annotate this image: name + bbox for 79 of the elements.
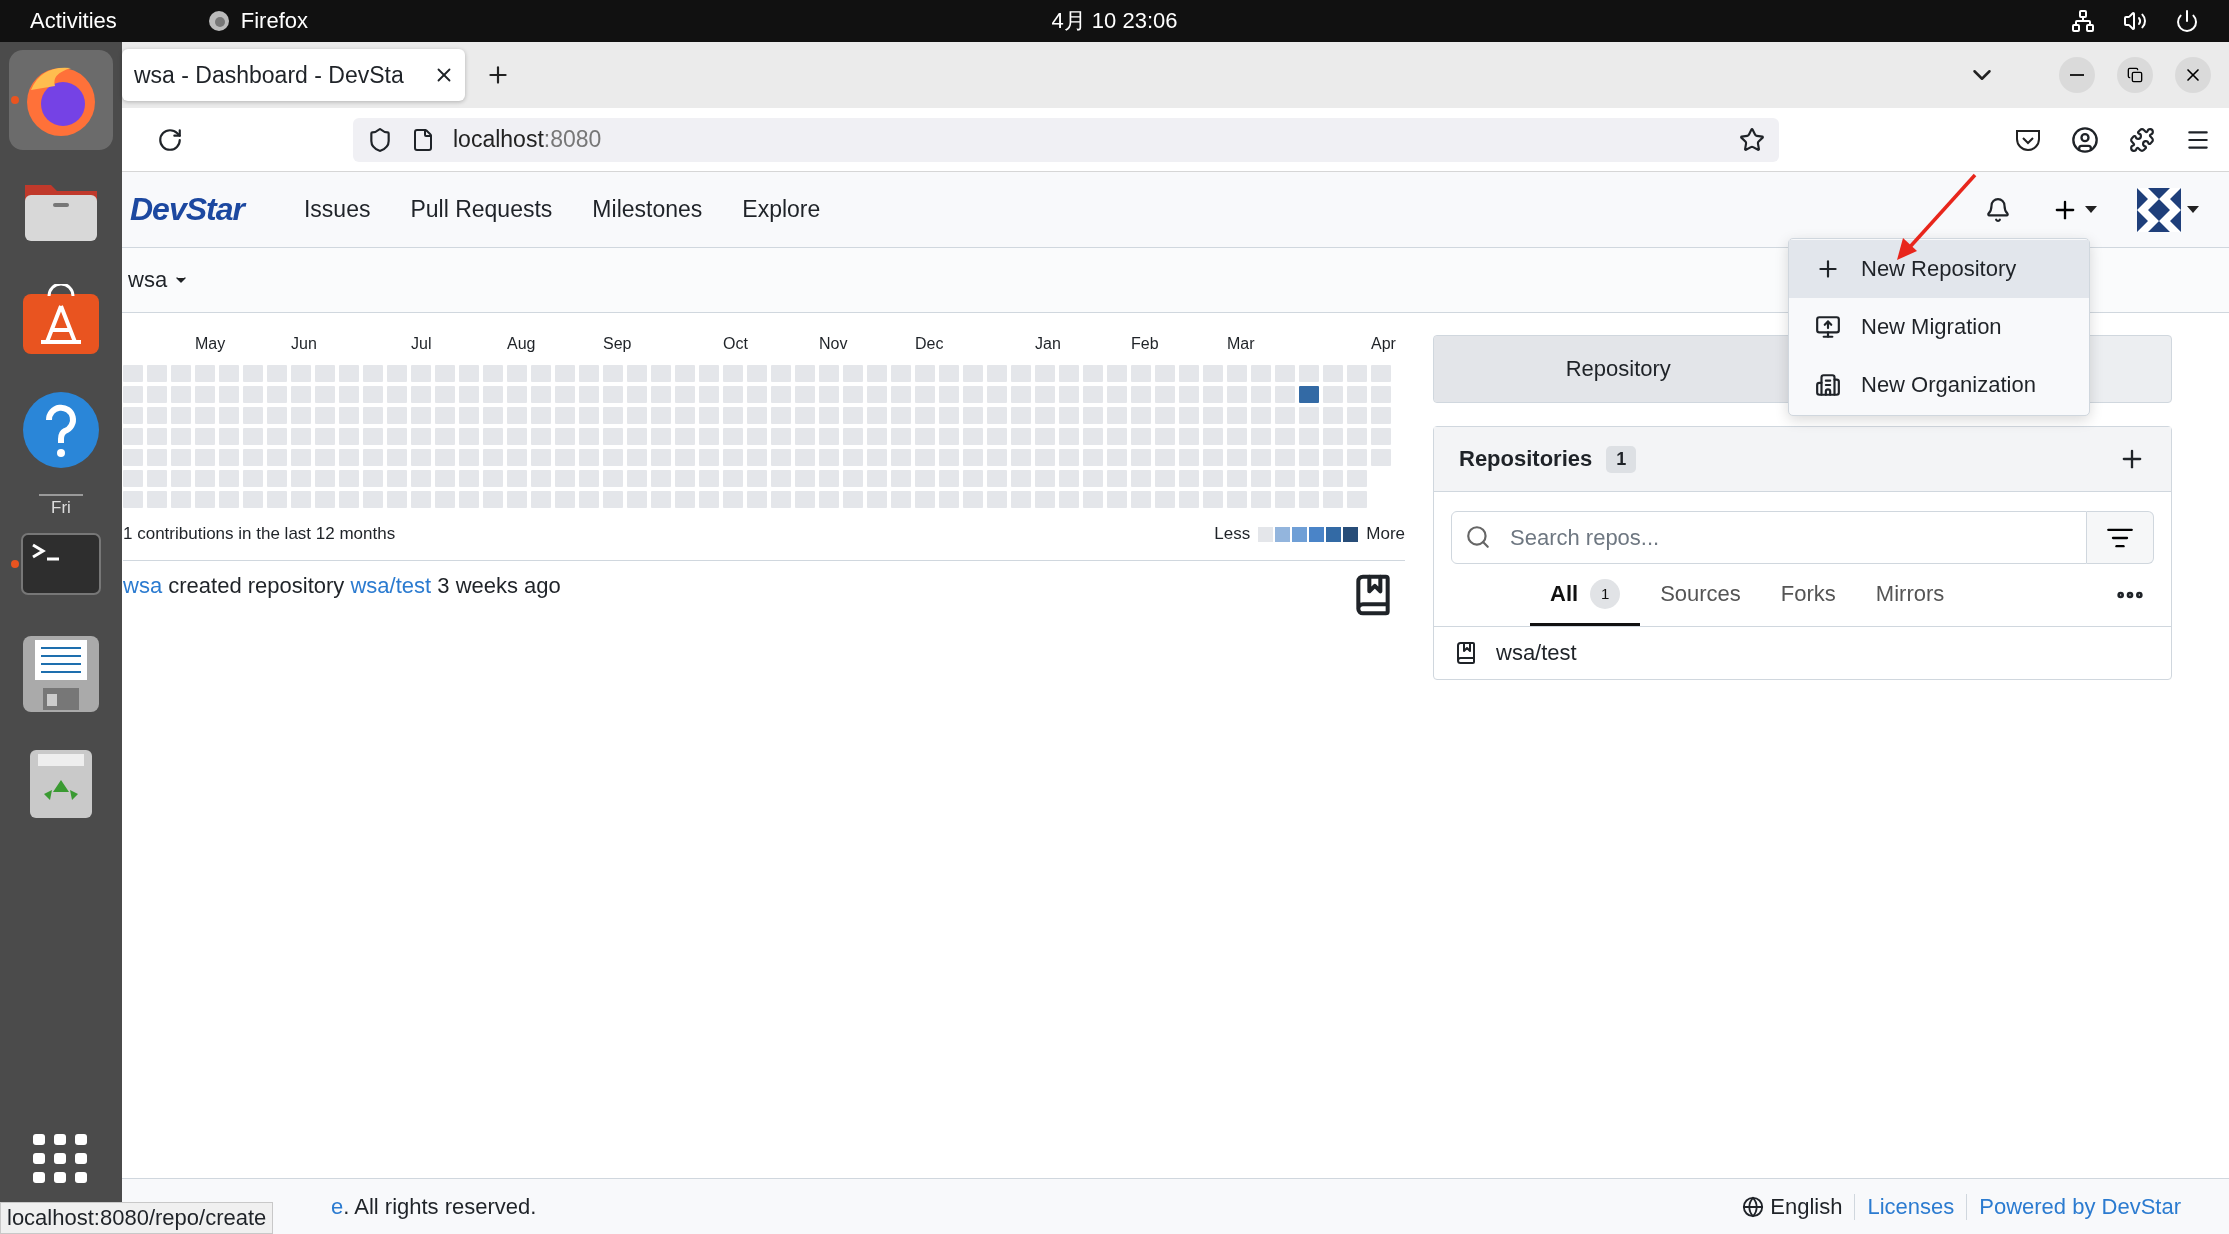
repo-link[interactable]: wsa/test — [350, 573, 432, 598]
month-label: Jan — [1035, 335, 1062, 354]
app-menu-label[interactable]: Firefox — [240, 8, 309, 34]
month-label: Jun — [291, 335, 318, 354]
footer-copyright: e. All rights reserved. — [331, 1193, 537, 1220]
nav-link[interactable]: Milestones — [572, 196, 723, 223]
address-bar[interactable]: localhost:8080 — [353, 117, 1779, 162]
caret-icon — [2187, 206, 2199, 213]
browser-tab[interactable]: wsa - Dashboard - DevSta — [122, 49, 465, 101]
notification-bell-icon[interactable] — [1985, 196, 2011, 223]
account-icon[interactable] — [2071, 125, 2099, 154]
app-store-icon — [21, 284, 101, 356]
search-field[interactable]: Search repos... — [1451, 511, 2087, 564]
close-button[interactable] — [2175, 57, 2211, 93]
menu-item[interactable]: New Repository — [1789, 240, 2089, 298]
extensions-icon[interactable] — [2129, 126, 2155, 153]
upload-icon — [1815, 314, 1841, 340]
nav-link[interactable]: Explore — [722, 196, 841, 223]
activities-button[interactable]: Activities — [30, 8, 117, 34]
globe-icon — [1742, 1195, 1765, 1218]
document-icon — [21, 634, 101, 714]
footer-link[interactable]: Powered by DevStar — [1966, 1193, 2193, 1220]
count-badge: 1 — [1606, 445, 1637, 473]
nav-link[interactable]: Pull Requests — [390, 196, 573, 223]
user-menu-button[interactable] — [2137, 187, 2199, 232]
footer-link[interactable]: Licenses — [1854, 1193, 1967, 1220]
footer-link[interactable]: e — [331, 1193, 344, 1219]
url-text: localhost:8080 — [453, 126, 602, 153]
filter-tab[interactable]: Mirrors — [1855, 564, 1965, 626]
building-icon — [1815, 372, 1841, 398]
month-label: Jul — [411, 335, 433, 354]
month-label: Mar — [1227, 335, 1256, 354]
logo[interactable]: DevStar — [130, 191, 244, 228]
month-label: Feb — [1131, 335, 1160, 354]
reload-icon[interactable] — [157, 126, 183, 153]
minimize-icon — [2070, 74, 2084, 76]
month-label: Apr — [1371, 335, 1397, 354]
pocket-icon[interactable] — [2015, 127, 2041, 152]
clock[interactable]: 4月 10 23:06 — [1051, 6, 1178, 36]
search-icon — [1465, 524, 1491, 550]
minimize-button[interactable] — [2059, 57, 2095, 93]
filter-tab[interactable]: All 1 — [1530, 564, 1641, 626]
avatar-icon — [2137, 187, 2181, 232]
page-icon — [411, 127, 435, 152]
shield-icon — [367, 126, 393, 153]
filter-tab[interactable]: Sources — [1640, 564, 1761, 626]
filter-tab[interactable]: Forks — [1760, 564, 1856, 626]
volume-icon[interactable] — [2123, 9, 2147, 33]
repositories-title: Repositories — [1459, 446, 1593, 472]
contribution-summary: 1 contributions in the last 12 months — [123, 524, 396, 544]
restore-icon — [2127, 67, 2143, 83]
legend-label: More — [1366, 524, 1405, 544]
maximize-button[interactable] — [2117, 57, 2153, 93]
trash-icon — [28, 748, 94, 820]
context-switcher[interactable]: wsa — [128, 267, 190, 293]
repo-list-item[interactable]: wsa/test — [1434, 627, 2171, 679]
legend-label: Less — [1214, 524, 1251, 544]
filter-button[interactable] — [2087, 511, 2154, 564]
user-link[interactable]: wsa — [123, 573, 163, 598]
terminal-icon — [21, 533, 101, 595]
month-label: Dec — [915, 335, 945, 354]
app-grid-icon[interactable] — [33, 1134, 89, 1184]
repo-icon — [1454, 641, 1478, 665]
network-icon[interactable] — [2071, 9, 2095, 33]
help-icon — [21, 390, 101, 470]
language-button[interactable]: English — [1742, 1193, 1855, 1220]
weekday-label: Fri — [51, 498, 71, 518]
nav-link[interactable]: Issues — [283, 196, 391, 223]
month-label: Aug — [507, 335, 537, 354]
power-icon[interactable] — [2175, 9, 2199, 33]
month-label: Sep — [603, 335, 633, 354]
month-label: May — [195, 335, 227, 354]
activity-text: wsa created repository wsa/test 3 weeks ago — [123, 573, 561, 599]
month-label: Oct — [723, 335, 749, 354]
caret-icon — [2085, 206, 2097, 213]
firefox-icon — [206, 9, 231, 33]
month-label: Nov — [819, 335, 849, 354]
bookmark-star-icon[interactable] — [1739, 126, 1765, 153]
status-link-preview: localhost:8080/repo/create — [0, 1202, 274, 1234]
